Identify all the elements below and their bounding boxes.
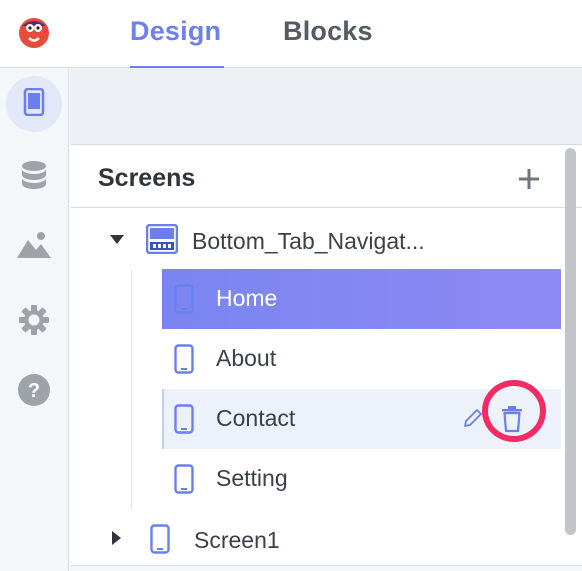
phone-screen-icon	[23, 87, 45, 121]
tree-group-label: Bottom_Tab_Navigat...	[192, 228, 425, 254]
rename-screen-button[interactable]	[462, 407, 484, 429]
app-window: Design Blocks ? Screens Bottom_Tab_Navig…	[0, 0, 582, 571]
app-logo[interactable]	[17, 16, 51, 50]
rail-item-settings[interactable]	[6, 294, 62, 350]
tree-item-setting[interactable]: Setting	[162, 449, 561, 509]
help-icon: ?	[17, 373, 51, 412]
tree-item-home[interactable]: Home	[162, 269, 561, 329]
panel-title: Screens	[98, 164, 196, 192]
phone-screen-icon	[150, 524, 170, 559]
rail-item-data[interactable]	[6, 150, 62, 206]
phone-screen-icon	[174, 344, 194, 379]
image-icon	[17, 230, 51, 263]
phone-screen-icon	[174, 404, 194, 439]
gear-icon	[18, 304, 50, 341]
trash-icon	[498, 406, 526, 438]
left-rail: ?	[0, 68, 69, 571]
plus-icon	[516, 169, 542, 196]
panel-bottom-edge	[70, 565, 582, 571]
screens-panel: Screens Bottom_Tab_Navigat... Home About…	[70, 146, 582, 571]
tree-item-about[interactable]: About	[162, 329, 561, 389]
tab-navigator-icon	[145, 223, 179, 259]
phone-screen-icon	[174, 284, 194, 319]
tree-item-label: Contact	[216, 405, 296, 431]
rail-item-media[interactable]	[6, 218, 62, 274]
panel-divider	[70, 207, 582, 208]
rail-item-help[interactable]: ?	[6, 364, 62, 420]
tree-guide-line	[131, 270, 132, 510]
tab-design[interactable]: Design	[130, 16, 224, 69]
toolbar-band	[70, 68, 582, 145]
pencil-icon	[462, 409, 484, 433]
database-icon	[20, 160, 48, 197]
tree-item-contact[interactable]: Contact	[162, 380, 561, 449]
add-screen-button[interactable]	[516, 166, 542, 192]
tree-item-label: Screen1	[194, 527, 280, 553]
caret-down-icon[interactable]	[110, 232, 124, 250]
top-bar: Design Blocks	[0, 0, 582, 69]
rail-item-screens[interactable]	[6, 76, 62, 132]
tree-item-label: About	[216, 345, 277, 371]
svg-text:?: ?	[28, 380, 40, 402]
delete-screen-button[interactable]	[498, 404, 526, 434]
tab-blocks[interactable]: Blocks	[283, 16, 373, 68]
caret-right-icon[interactable]	[112, 531, 122, 550]
tree-item-label: Setting	[216, 465, 288, 491]
scrollbar[interactable]	[565, 148, 576, 535]
phone-screen-icon	[174, 464, 194, 499]
tree-item-label: Home	[216, 285, 278, 311]
